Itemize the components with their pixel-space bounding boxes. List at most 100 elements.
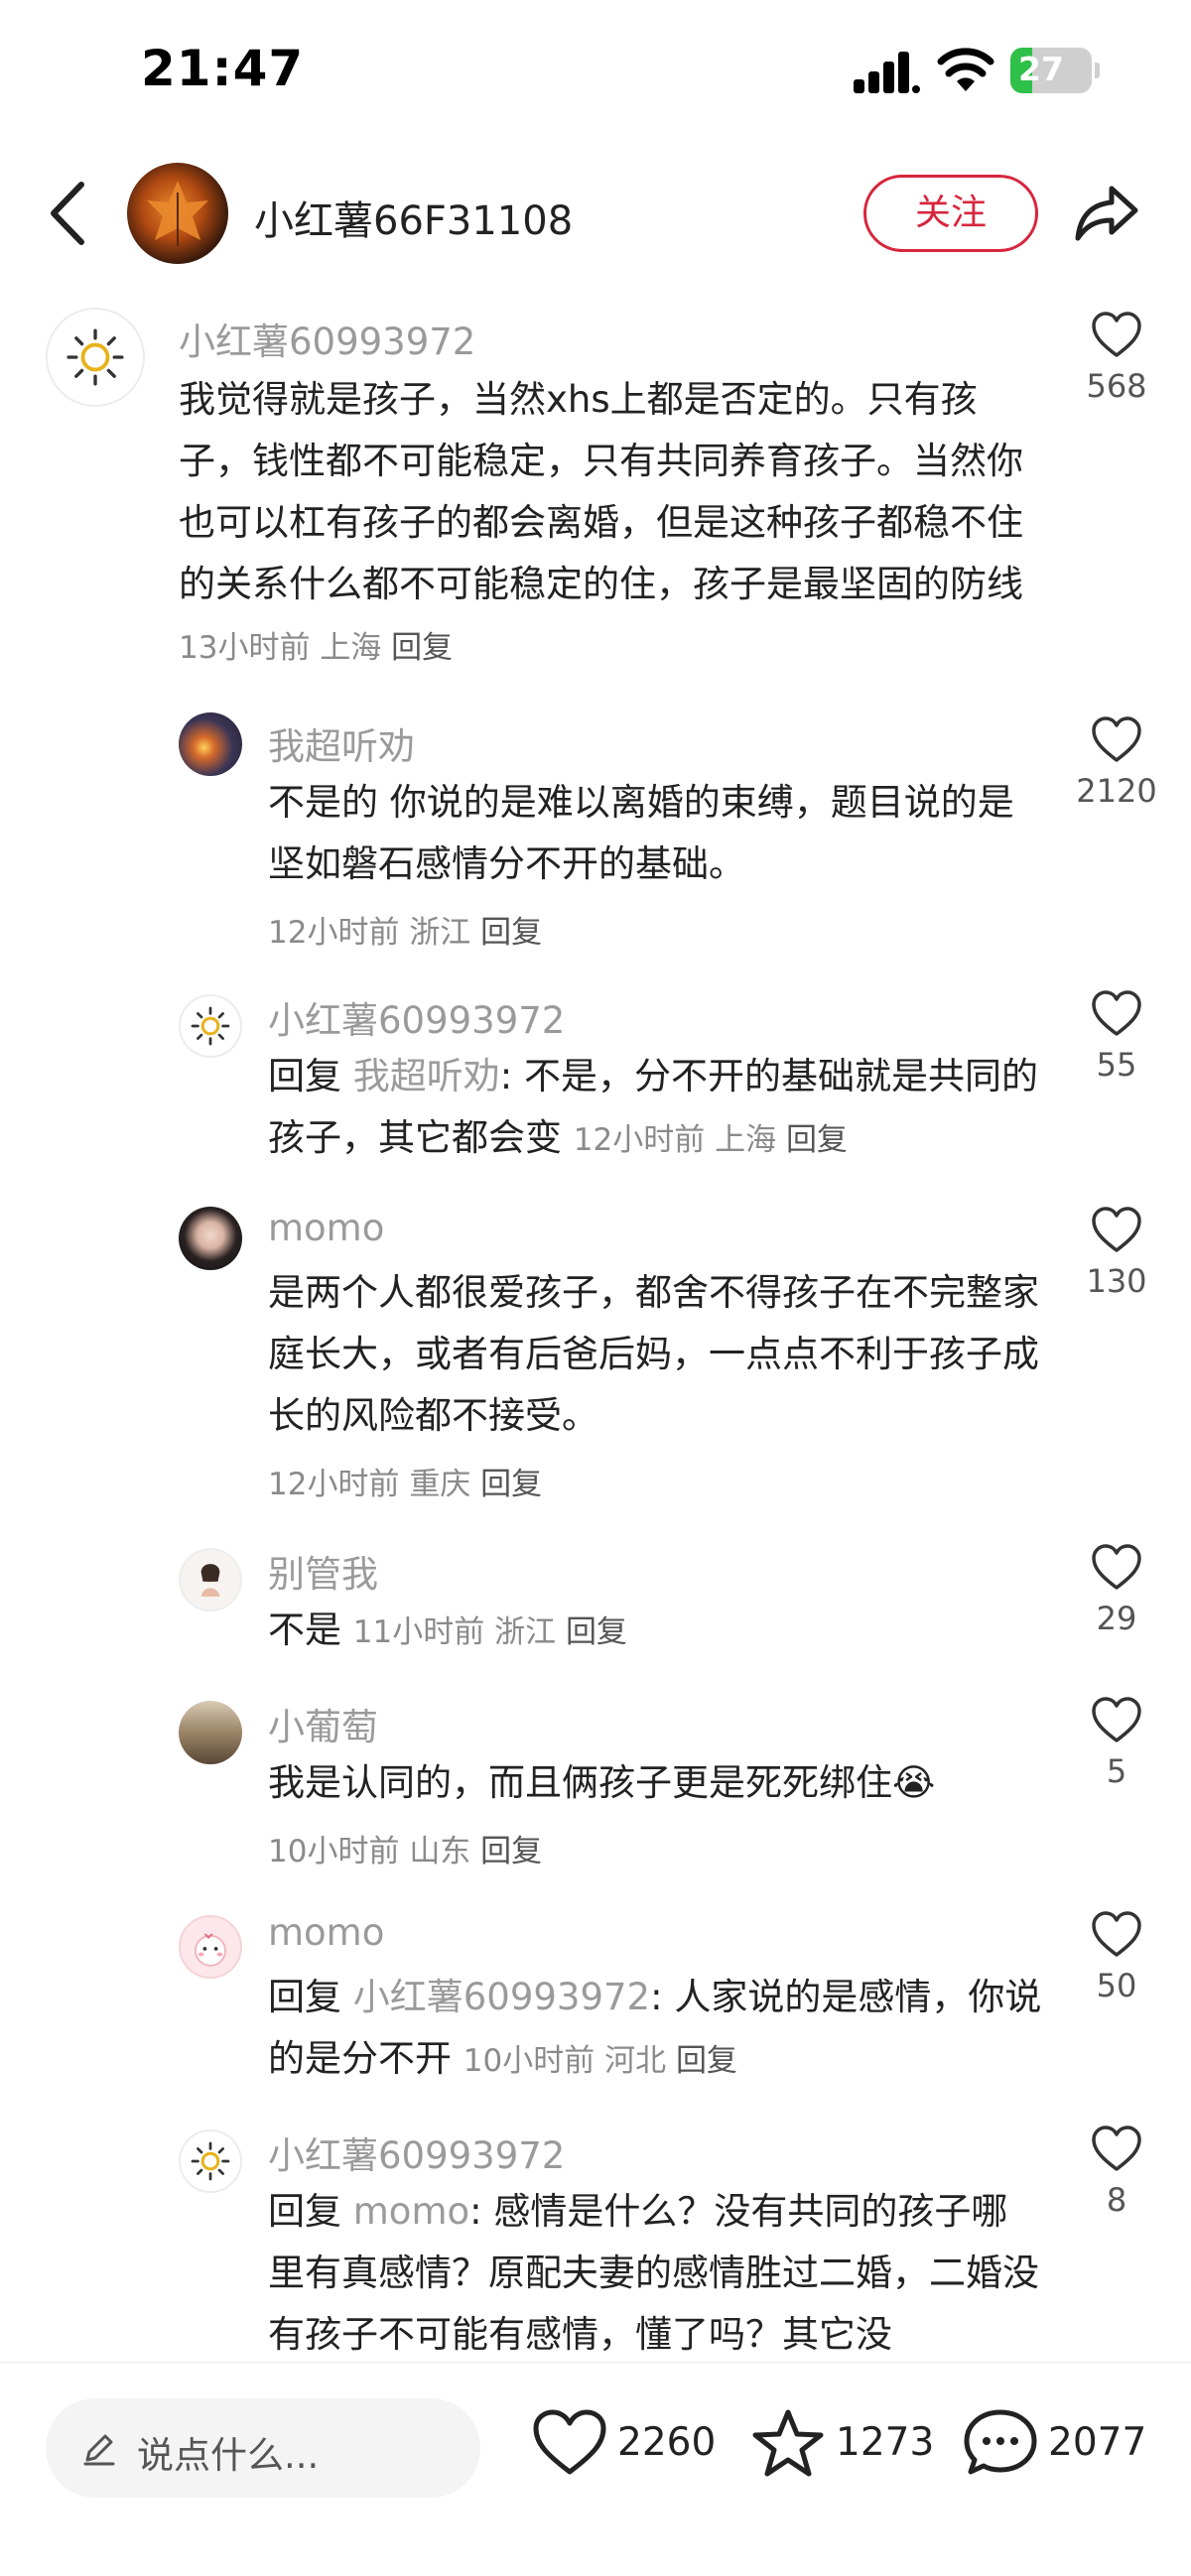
- comment-item: 小红薯60993972 回复 momo: 感情是什么？没有共同的孩子哪里有真感情…: [0, 2125, 1191, 2362]
- reply-button[interactable]: 回复: [480, 1467, 542, 1502]
- commenter-name[interactable]: 小葡萄: [268, 1697, 378, 1750]
- comment-text: 回复 小红薯60993972: 人家说的是感情，你说的是分不开 10小时前 河北…: [268, 1967, 1042, 2092]
- reply-button[interactable]: 回复: [676, 2043, 737, 2079]
- sun-icon: [66, 328, 124, 386]
- comment-location: 重庆: [409, 1467, 471, 1502]
- bottom-action-bar: 说点什么... 2260 1273 2077: [0, 2362, 1191, 2576]
- wifi-icon: [937, 48, 994, 91]
- reply-button[interactable]: 回复: [391, 630, 453, 666]
- status-bar: 21:47 27: [0, 0, 1191, 139]
- reply-target[interactable]: momo: [353, 2190, 469, 2233]
- heart-icon: [1092, 1911, 1141, 1957]
- comment-location: 浙江: [409, 915, 471, 951]
- like-button[interactable]: 55: [1052, 990, 1181, 1084]
- reply-button[interactable]: 回复: [480, 1834, 542, 1869]
- like-button[interactable]: 8: [1052, 2125, 1181, 2219]
- like-count: 8: [1106, 2181, 1127, 2219]
- comment-time: 11小时前: [352, 1614, 485, 1650]
- heart-icon: [1092, 1544, 1141, 1590]
- like-count: 130: [1086, 1262, 1147, 1300]
- like-count: 29: [1096, 1600, 1137, 1637]
- commenter-avatar[interactable]: [179, 994, 242, 1058]
- comment-meta: 12小时前 重庆 回复: [268, 1459, 542, 1503]
- battery-level: 27: [1018, 50, 1064, 88]
- comment-meta: 12小时前 浙江 回复: [268, 907, 542, 952]
- comment-meta: 13小时前 上海 回复: [179, 630, 453, 666]
- comment-body: 我觉得就是孩子，当然xhs上都是否定的。只有孩子，钱性都不可能稳定，只有共同养育…: [179, 378, 1023, 605]
- share-icon[interactable]: [1074, 183, 1139, 242]
- reply-button[interactable]: 回复: [480, 915, 542, 951]
- commenter-name[interactable]: 我超听劝: [268, 716, 415, 770]
- commenter-name[interactable]: momo: [268, 1911, 384, 1954]
- battery-icon: 27: [1010, 48, 1100, 93]
- follow-button[interactable]: 关注: [863, 175, 1038, 252]
- star-icon: [752, 2409, 824, 2477]
- reply-target[interactable]: 我超听劝: [353, 1055, 500, 1097]
- reply-prefix: 回复: [268, 1976, 341, 2018]
- comment-meta: 10小时前 河北 回复: [463, 2043, 737, 2079]
- comment-action-button[interactable]: 2077: [963, 2402, 1161, 2486]
- commenter-avatar[interactable]: [179, 1548, 242, 1611]
- like-button[interactable]: 568: [1052, 312, 1181, 405]
- comment-body: 是两个人都很爱孩子，都舍不得孩子在不完整家庭长大，或者有后爸后妈，一点点不利于孩…: [268, 1271, 1039, 1437]
- like-count: 50: [1096, 1967, 1137, 2004]
- favorite-action-button[interactable]: 1273: [750, 2402, 934, 2486]
- commenter-name[interactable]: 别管我: [268, 1544, 378, 1598]
- comment-location: 上海: [320, 630, 382, 666]
- reply-button[interactable]: 回复: [786, 1122, 848, 1158]
- heart-icon: [1092, 312, 1141, 357]
- signal-icon: [854, 52, 920, 93]
- like-action-button[interactable]: 2260: [532, 2402, 716, 2486]
- crying-emoji: 😭: [892, 1761, 936, 1804]
- heart-icon: [1092, 1697, 1141, 1742]
- comment-time: 10小时前: [463, 2043, 596, 2079]
- commenter-avatar[interactable]: [179, 1915, 242, 1979]
- comment-location: 山东: [409, 1834, 471, 1869]
- author-avatar[interactable]: [127, 163, 228, 264]
- comment-total: 2077: [1048, 2420, 1147, 2465]
- like-button[interactable]: 50: [1052, 1911, 1181, 2004]
- comment-location: 浙江: [494, 1614, 557, 1650]
- reply-prefix: 回复: [268, 2190, 341, 2233]
- comment-body: 我是认同的，而且俩孩子更是死死绑住: [268, 1761, 892, 1804]
- favorite-total: 1273: [836, 2420, 935, 2465]
- commenter-name[interactable]: momo: [268, 1207, 384, 1249]
- sun-icon: [191, 1006, 230, 1046]
- sun-icon: [191, 2141, 230, 2181]
- like-button[interactable]: 5: [1052, 1697, 1181, 1790]
- commenter-avatar[interactable]: [179, 1207, 242, 1270]
- comment-body: 不是的 你说的是难以离婚的束缚，题目说的是坚如磐石感情分不开的基础。: [268, 781, 1014, 885]
- heart-icon: [533, 2409, 606, 2475]
- commenter-avatar[interactable]: [46, 308, 145, 407]
- note-header: 小红薯66F31108 关注: [0, 149, 1191, 278]
- commenter-avatar[interactable]: [179, 712, 242, 776]
- comment-input[interactable]: 说点什么...: [46, 2398, 480, 2498]
- comment-time: 12小时前: [268, 915, 400, 951]
- commenter-name[interactable]: 小红薯60993972: [268, 2125, 565, 2179]
- like-count: 5: [1106, 1752, 1127, 1790]
- comment-text: 回复 momo: 感情是什么？没有共同的孩子哪里有真感情？原配夫妻的感情胜过二婚…: [268, 2181, 1042, 2362]
- status-time: 21:47: [141, 40, 305, 97]
- like-count: 568: [1086, 367, 1147, 405]
- comment-text: 不是 11小时前 浙江 回复: [268, 1600, 1042, 1663]
- comment-meta: 10小时前 山东 回复: [268, 1826, 542, 1870]
- like-button[interactable]: 29: [1052, 1544, 1181, 1637]
- comment-time: 10小时前: [268, 1834, 400, 1869]
- commenter-avatar[interactable]: [179, 2129, 242, 2193]
- reply-button[interactable]: 回复: [566, 1614, 627, 1650]
- commenter-name[interactable]: 小红薯60993972: [179, 312, 475, 365]
- heart-icon: [1092, 1207, 1141, 1252]
- comment-meta: 11小时前 浙江 回复: [353, 1614, 627, 1650]
- commenter-name[interactable]: 小红薯60993972: [268, 990, 565, 1044]
- back-icon[interactable]: [46, 179, 89, 248]
- like-count: 55: [1096, 1046, 1137, 1084]
- like-button[interactable]: 130: [1052, 1207, 1181, 1300]
- heart-icon: [1092, 716, 1141, 762]
- reply-target[interactable]: 小红薯60993972: [353, 1976, 650, 2018]
- author-name[interactable]: 小红薯66F31108: [254, 189, 573, 246]
- heart-icon: [1092, 2125, 1141, 2171]
- commenter-avatar[interactable]: [179, 1701, 242, 1764]
- like-button[interactable]: 2120: [1052, 716, 1181, 810]
- comment-input-placeholder: 说点什么...: [137, 2434, 320, 2477]
- comment-text: 回复 我超听劝: 不是，分不开的基础就是共同的孩子，其它都会变 12小时前 上海…: [268, 1046, 1042, 1171]
